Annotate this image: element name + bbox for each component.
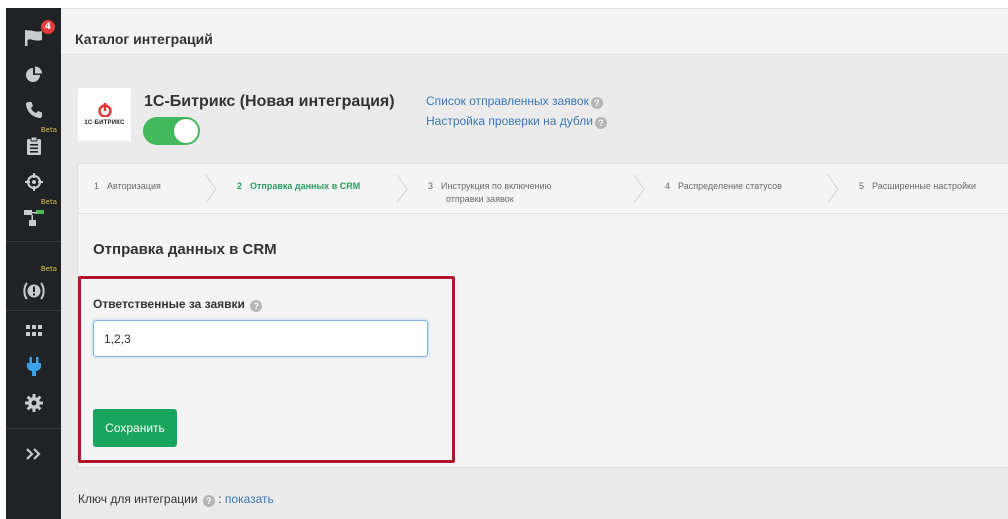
step-label-line2: отправки заявок xyxy=(446,194,514,204)
sidebar-item-calls[interactable] xyxy=(6,90,61,130)
page-header: Каталог интеграций xyxy=(61,9,1008,55)
step-instructions[interactable]: 3 Инструкция по включению отправки заявок xyxy=(428,180,551,206)
pie-chart-icon xyxy=(25,66,42,82)
bitrix-logo-icon xyxy=(97,103,112,117)
section-title: Отправка данных в CRM xyxy=(93,241,277,258)
chevron-right-icon xyxy=(205,174,217,204)
logo-text: 1С-БИТРИКС xyxy=(84,120,125,126)
sidebar-item-integrations[interactable] xyxy=(6,347,61,387)
sidebar-item-notifications[interactable]: 4 xyxy=(6,18,61,58)
beta-badge: Beta xyxy=(40,265,57,273)
sidebar-item-structure[interactable]: Beta xyxy=(6,198,61,238)
sidebar-item-analytics[interactable] xyxy=(6,55,61,95)
step-advanced-settings[interactable]: 5 Расширенные настройки xyxy=(859,180,976,193)
sidebar-divider xyxy=(6,428,61,429)
integration-toggle[interactable] xyxy=(143,117,200,145)
step-label: Распределение статусов xyxy=(678,181,782,191)
grid-icon xyxy=(25,325,42,336)
help-icon[interactable]: ? xyxy=(590,97,603,109)
step-status-mapping[interactable]: 4 Распределение статусов xyxy=(665,180,782,193)
steps-bar: 1 Авторизация 2 Отправка данных в CRM 3 Инс… xyxy=(78,164,1008,214)
toggle-knob xyxy=(174,119,198,143)
target-icon xyxy=(24,173,43,191)
highlight-frame xyxy=(78,276,455,463)
sidebar-item-goals[interactable] xyxy=(6,162,61,202)
show-key-link[interactable]: показать xyxy=(225,492,274,506)
sidebar-item-settings[interactable] xyxy=(6,383,61,423)
phone-icon xyxy=(25,102,42,118)
sent-requests-link[interactable]: Список отправленных заявок? xyxy=(426,94,603,109)
integration-key-row: Ключ для интеграции ? : показать xyxy=(78,492,274,507)
step-number: 5 xyxy=(859,181,865,191)
sitemap-icon xyxy=(23,210,44,226)
chevron-right-icon xyxy=(633,174,645,204)
alert-icon xyxy=(22,282,45,300)
duplicate-check-link[interactable]: Настройка проверки на дубли? xyxy=(426,114,607,129)
sidebar-item-tasks[interactable]: Beta xyxy=(6,126,61,166)
help-icon[interactable]: ? xyxy=(594,117,607,129)
step-label: Инструкция по включению xyxy=(441,181,552,191)
double-chevron-right-icon xyxy=(25,448,41,460)
sidebar-item-alerts[interactable]: Beta xyxy=(6,265,61,311)
step-label: Отправка данных в CRM xyxy=(250,181,361,191)
step-authorization[interactable]: 1 Авторизация xyxy=(94,180,161,193)
chevron-right-icon xyxy=(827,174,839,204)
sidebar-expand-button[interactable] xyxy=(6,434,61,474)
sent-requests-link-label[interactable]: Список отправленных заявок xyxy=(426,94,589,108)
help-icon[interactable]: ? xyxy=(202,495,215,507)
sidebar: 4 Beta Beta Beta xyxy=(6,8,61,519)
step-number: 2 xyxy=(237,181,243,191)
plug-icon xyxy=(26,357,41,376)
duplicate-check-link-label[interactable]: Настройка проверки на дубли xyxy=(426,114,593,128)
sidebar-divider xyxy=(6,241,61,242)
sidebar-item-apps[interactable] xyxy=(6,311,61,351)
notification-badge: 4 xyxy=(41,20,55,34)
step-number: 3 xyxy=(428,181,434,191)
clipboard-icon xyxy=(26,136,41,155)
step-label: Расширенные настройки xyxy=(872,181,976,191)
step-number: 4 xyxy=(665,181,671,191)
step-number: 1 xyxy=(94,181,100,191)
step-label: Авторизация xyxy=(107,181,161,191)
beta-badge: Beta xyxy=(40,198,57,206)
integration-title: 1С-Битрикс (Новая интеграция) xyxy=(144,93,395,110)
integration-logo: 1С-БИТРИКС xyxy=(78,88,131,141)
integration-key-label: Ключ для интеграции xyxy=(78,492,198,506)
key-separator: : xyxy=(218,492,222,506)
gear-icon xyxy=(24,394,43,412)
page-title: Каталог интеграций xyxy=(75,31,213,47)
step-send-data[interactable]: 2 Отправка данных в CRM xyxy=(237,180,360,193)
flag-icon xyxy=(24,30,42,46)
beta-badge: Beta xyxy=(40,126,57,134)
chevron-right-icon xyxy=(396,174,408,204)
